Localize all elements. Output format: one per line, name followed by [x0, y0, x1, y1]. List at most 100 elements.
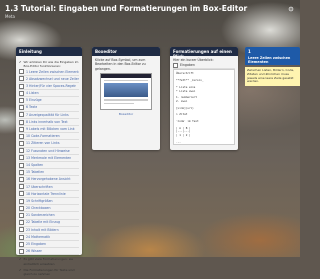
toc-link[interactable]: 11 Zitieren von Links: [26, 141, 60, 145]
toc-link[interactable]: 21 Sonderzeichen: [26, 213, 55, 217]
toc-item[interactable]: 17 Überschriften: [19, 184, 79, 191]
toc-item[interactable]: 5 Einzüge: [19, 97, 79, 105]
checkbox[interactable]: [19, 112, 24, 118]
checkbox[interactable]: [19, 148, 24, 154]
toc-item[interactable]: 18 Horizontale Trennlinie: [19, 191, 79, 198]
toc-link[interactable]: 23 Inhalt mit Bildern: [26, 228, 59, 232]
note-2: ✔ Die Formatierungen für Texte sind glei…: [19, 268, 75, 277]
toc-item[interactable]: 20 Checkboxen: [19, 205, 79, 213]
checkbox[interactable]: [19, 83, 24, 89]
settings-icon[interactable]: [288, 6, 294, 12]
toc-item[interactable]: 14 Spalten: [19, 162, 79, 170]
checkbox[interactable]: [19, 126, 24, 132]
toc-item[interactable]: 21 Sonderzeichen: [19, 212, 79, 220]
column-title: Formatierungen auf einen Blick: [170, 47, 238, 59]
checkbox[interactable]: [19, 141, 24, 147]
checkbox[interactable]: [19, 97, 24, 103]
checkbox[interactable]: [19, 241, 24, 247]
intro-text: ✔ Wir erklären Dir wie die Eingaben im B…: [19, 60, 79, 69]
toc-item[interactable]: 13 Merkmale mit Elementen: [19, 155, 79, 163]
toc-item[interactable]: 12 Fussnoten und Hinweise: [19, 148, 79, 155]
toc-link[interactable]: 10 Code-Formatieren: [26, 134, 60, 138]
checkbox[interactable]: [19, 227, 24, 233]
toc-item[interactable]: 16 Hervorgehobene Ansicht: [19, 176, 79, 184]
boxeditor-link[interactable]: Boxeditor: [95, 112, 157, 116]
toc-link[interactable]: 6 Texte: [26, 105, 37, 109]
boxeditor-screenshot[interactable]: [100, 72, 152, 110]
toc-link[interactable]: 7 Anzeigequalität für Links: [26, 113, 69, 117]
page-subtitle: Meta: [5, 14, 15, 19]
toc-item[interactable]: 3 Hinter/Für vier Spaces-Regeln: [19, 83, 79, 91]
toc-link[interactable]: 24 Mathematik: [26, 235, 50, 239]
column-subtitle: Leere Zeilen zwischen Elementen: [245, 55, 300, 65]
checkbox[interactable]: [19, 162, 24, 168]
checkbox[interactable]: [19, 76, 24, 82]
toc-link[interactable]: 2 Absatzwechsel und neue Zeilen: [26, 77, 79, 81]
toc-link[interactable]: 12 Fussnoten und Hinweise: [26, 149, 70, 153]
checkbox[interactable]: [19, 133, 24, 139]
checkbox[interactable]: [19, 198, 24, 204]
toc-link[interactable]: 19 Schriftgrößen: [26, 199, 53, 203]
checkbox[interactable]: [19, 177, 24, 182]
checkbox[interactable]: [19, 169, 24, 175]
toc-item[interactable]: 1 Leere Zeilen zwischen Elementen: [19, 69, 79, 76]
checkbox[interactable]: [173, 62, 178, 68]
toc-link[interactable]: 3 Hinter/Für vier Spaces-Regeln: [26, 84, 76, 88]
toc-link[interactable]: 5 Einzüge: [26, 98, 42, 102]
toc-link[interactable]: 1 Leere Zeilen zwischen Elementen: [26, 70, 79, 74]
toc-link[interactable]: 18 Horizontale Trennlinie: [26, 192, 66, 196]
toc-item[interactable]: 9 Labels mit Blöcken vom Link: [19, 126, 79, 134]
toc-link[interactable]: 8 Links innerhalb von Text: [26, 120, 68, 124]
toc-link[interactable]: 4 Listen: [26, 91, 39, 95]
notice-box: Zwischen Listen, Bildern, Code, Zitaten …: [245, 67, 300, 87]
toc-item[interactable]: 11 Zitieren von Links: [19, 140, 79, 148]
checkbox[interactable]: [19, 220, 24, 226]
checkbox[interactable]: [19, 184, 24, 190]
toc-link[interactable]: 13 Merkmale mit Elementen: [26, 156, 71, 160]
board-header: 1.3 Tutorial: Eingaben und Formatierunge…: [5, 4, 247, 19]
toc-item[interactable]: 7 Anzeigequalität für Links: [19, 112, 79, 119]
toc-item[interactable]: 15 Tabellen: [19, 169, 79, 177]
toc-item[interactable]: 26 Wissen: [19, 248, 79, 256]
toc-item[interactable]: 8 Links innerhalb von Text: [19, 119, 79, 127]
toc-item[interactable]: 19 Schriftgrößen: [19, 198, 79, 206]
checkbox[interactable]: [19, 234, 24, 240]
toc-link[interactable]: 15 Tabellen: [26, 170, 44, 174]
toc-link[interactable]: 25 Eingaben: [26, 242, 46, 246]
toc-link[interactable]: 20 Checkboxen: [26, 206, 51, 210]
toc-item[interactable]: 2 Absatzwechsel und neue Zeilen: [19, 76, 79, 83]
code-box: Überschrift **fett** _kursiv_ * Liste ei…: [173, 69, 235, 146]
toc-list: 1 Leere Zeilen zwischen Elementen 2 Absat…: [19, 69, 79, 256]
toc-link[interactable]: 22 Tabelle mit Einzug: [26, 220, 60, 224]
toc-link[interactable]: 26 Wissen: [26, 249, 42, 253]
toc-link[interactable]: 14 Spalten: [26, 163, 43, 167]
checkbox[interactable]: [19, 155, 24, 161]
toc-item[interactable]: 25 Eingaben: [19, 241, 79, 249]
check-icon: ✔: [19, 257, 22, 262]
toc-item[interactable]: 24 Mathematik: [19, 234, 79, 242]
checkbox-row[interactable]: Eingaben: [173, 62, 235, 70]
toc-item[interactable]: 6 Texte: [19, 105, 79, 112]
toc-item[interactable]: 22 Tabelle mit Einzug: [19, 220, 79, 227]
toc-link[interactable]: 17 Überschriften: [26, 185, 53, 189]
checkbox[interactable]: [19, 69, 24, 75]
checkbox[interactable]: [19, 90, 24, 96]
toc-item[interactable]: 10 Code-Formatieren: [19, 133, 79, 141]
checkbox[interactable]: [19, 212, 24, 218]
checkbox[interactable]: [19, 191, 24, 197]
checkbox[interactable]: [19, 105, 24, 111]
column-title: Boxeditor: [92, 47, 160, 56]
toc-link[interactable]: 9 Labels mit Blöcken vom Link: [26, 127, 75, 131]
code-text: Überschrift **fett** _kursiv_ * Liste ei…: [176, 71, 204, 144]
column-title: Einleitung: [16, 47, 82, 56]
column-introduction: Einleitung ✔ Wir erklären Dir wie die Ei…: [16, 47, 82, 276]
checkbox[interactable]: [19, 119, 24, 125]
toc-item[interactable]: 23 Inhalt mit Bildern: [19, 227, 79, 234]
checkbox[interactable]: [19, 248, 24, 254]
column-empty-lines: 1 Leere Zeilen zwischen Elementen Zwisch…: [245, 47, 300, 107]
toc-item[interactable]: 4 Listen: [19, 90, 79, 98]
column-formatting-overview: Formatierungen auf einen Blick Hier ein …: [170, 47, 238, 150]
toc-link[interactable]: 16 Hervorgehobene Ansicht: [26, 177, 71, 181]
checkbox[interactable]: [19, 205, 24, 211]
check-icon: ✔: [19, 268, 22, 273]
